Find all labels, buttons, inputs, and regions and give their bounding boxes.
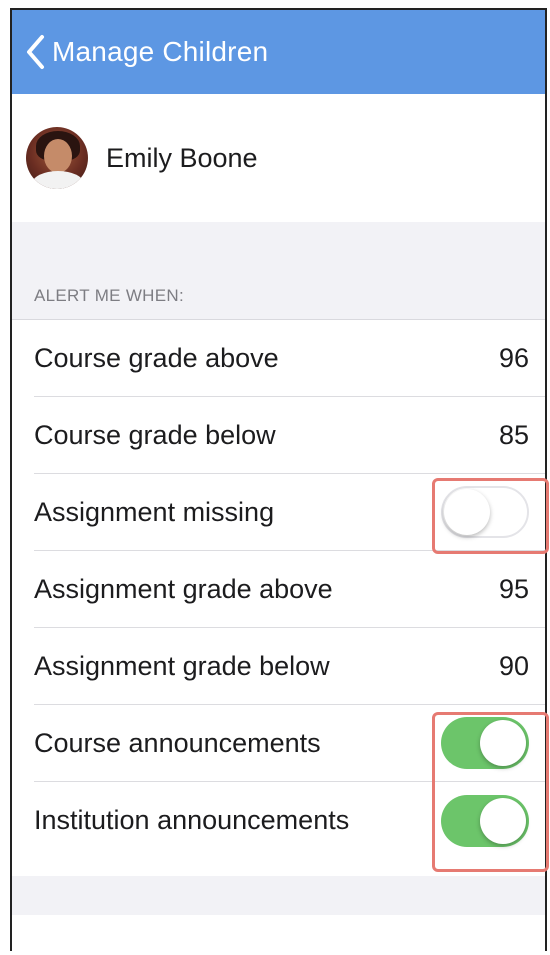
row-institution-announcements: Institution announcements	[34, 782, 545, 859]
back-button-label: Manage Children	[52, 36, 269, 67]
back-button[interactable]: Manage Children	[12, 34, 268, 70]
row-assignment-grade-below[interactable]: Assignment grade below 90	[34, 628, 545, 705]
row-value: 96	[498, 342, 529, 373]
row-label: Course grade above	[34, 342, 279, 373]
row-label: Course grade below	[34, 419, 276, 450]
app-frame: Manage Children Emily Boone ALERT ME WHE…	[10, 8, 549, 955]
child-name: Emily Boone	[106, 142, 258, 173]
row-value: 95	[498, 573, 529, 604]
assignment-missing-toggle[interactable]	[441, 486, 529, 538]
avatar	[26, 127, 88, 189]
row-course-announcements: Course announcements	[34, 705, 545, 782]
toggle-knob	[480, 720, 526, 766]
row-assignment-missing: Assignment missing	[34, 474, 545, 551]
chevron-left-icon	[27, 35, 44, 69]
row-course-grade-below[interactable]: Course grade below 85	[34, 397, 545, 474]
row-label: Assignment missing	[34, 496, 275, 527]
section-header: ALERT ME WHEN:	[34, 286, 184, 305]
row-value: 85	[498, 419, 529, 450]
row-label: Institution announcements	[34, 805, 350, 835]
toggle-knob	[480, 797, 526, 844]
row-label: Assignment grade below	[34, 650, 330, 681]
footer-area	[12, 915, 545, 955]
row-label: Assignment grade above	[34, 573, 333, 604]
row-course-grade-above[interactable]: Course grade above 96	[34, 320, 545, 397]
course-announcements-toggle[interactable]	[441, 717, 529, 769]
row-assignment-grade-above[interactable]: Assignment grade above 95	[34, 551, 545, 628]
child-profile: Emily Boone	[12, 94, 545, 222]
toggle-knob	[444, 489, 490, 535]
row-value: 90	[498, 650, 529, 681]
institution-announcements-toggle[interactable]	[441, 794, 529, 847]
navigation-bar: Manage Children	[12, 10, 545, 94]
row-label: Course announcements	[34, 727, 321, 758]
alert-settings-list: Course grade above 96 Course grade below…	[12, 319, 545, 859]
